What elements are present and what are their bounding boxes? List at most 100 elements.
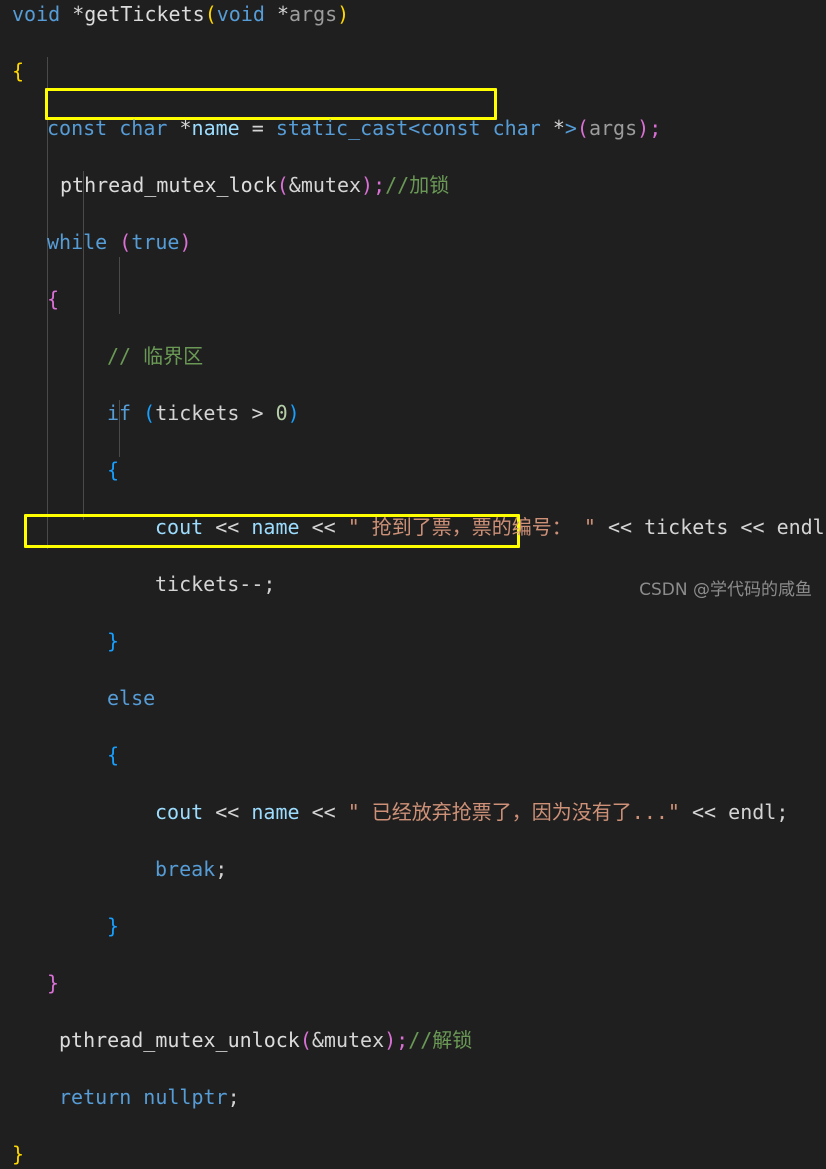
token-operator-shift6: << (311, 800, 336, 824)
token-star4: * (552, 116, 565, 140)
token-operator-gt: > (251, 401, 264, 425)
code-line-4-lock[interactable]: pthread_mutex_lock(&mutex);//加锁 (0, 171, 826, 200)
token-param-args: args (289, 2, 338, 26)
token-string-gave-up: " 已经放弃抢票了，因为没有了..." (347, 800, 680, 824)
token-star2: * (276, 2, 289, 26)
token-operator-shift1: << (215, 515, 240, 539)
token-star3: * (179, 116, 192, 140)
token-space21 (203, 800, 215, 824)
token-keyword-void-param: void (216, 2, 265, 26)
token-keyword-static-cast: static_cast (275, 116, 409, 140)
token-operator-shift4: << (740, 515, 765, 539)
token-paren-open-if: ( (143, 401, 156, 425)
code-line-9[interactable]: { (0, 456, 826, 485)
token-brace-open-else: { (107, 743, 120, 767)
token-paren-close: ) (337, 2, 350, 26)
code-line-18[interactable]: } (0, 969, 826, 998)
code-line-12[interactable]: } (0, 627, 826, 656)
token-operator-shift5: << (215, 800, 240, 824)
token-semicolon7: ; (396, 1028, 409, 1052)
token-keyword-if: if (107, 401, 132, 425)
token-star: * (72, 2, 85, 26)
token-keyword-return: return (59, 1085, 132, 1109)
token-keyword-nullptr: nullptr (143, 1085, 228, 1109)
token-brace-close-if: } (107, 629, 120, 653)
token-function-name: getTickets (84, 2, 205, 26)
token-call-pthread-mutex-lock: pthread_mutex_lock (60, 173, 277, 197)
token-brace-close-else: } (107, 914, 120, 938)
token-brace-open-if: { (107, 458, 120, 482)
token-arg-mutex: &mutex (288, 173, 362, 197)
token-param-args2: args (588, 116, 638, 140)
token-space13 (203, 515, 215, 539)
token-endl2: endl (728, 800, 777, 824)
token-space25 (680, 800, 692, 824)
token-operator-shift2: << (311, 515, 336, 539)
token-var-name2: name (251, 515, 300, 539)
token-var-tickets: tickets (155, 401, 240, 425)
token-arg-mutex2: &mutex (311, 1028, 385, 1052)
token-string-got-ticket: " 抢到了票，票的编号： " (347, 515, 596, 539)
code-line-10[interactable]: cout << name << " 抢到了票，票的编号： " << ticket… (0, 513, 826, 542)
token-var-name3: name (251, 800, 300, 824)
token-angle-close: > (564, 116, 577, 140)
token-keyword-while: while (47, 230, 108, 254)
token-keyword-break: break (155, 857, 216, 881)
token-brace-close-while: } (47, 971, 60, 995)
token-space7 (481, 116, 493, 140)
token-space4 (167, 116, 179, 140)
code-line-8[interactable]: if (tickets > 0) (0, 399, 826, 428)
token-keyword-else: else (107, 686, 156, 710)
code-line-13[interactable]: else (0, 684, 826, 713)
code-line-17[interactable]: } (0, 912, 826, 941)
token-space12 (264, 401, 276, 425)
token-semicolon8: ; (227, 1085, 240, 1109)
code-line-19-unlock[interactable]: pthread_mutex_unlock(&mutex);//解锁 (0, 1026, 826, 1055)
token-space3 (107, 116, 119, 140)
code-line-6[interactable]: { (0, 285, 826, 314)
code-line-15[interactable]: cout << name << " 已经放弃抢票了，因为没有了..." << e… (0, 798, 826, 827)
code-line-1[interactable]: void *getTickets(void *args) (0, 0, 826, 29)
code-line-14[interactable]: { (0, 741, 826, 770)
token-space2 (265, 2, 277, 26)
code-editor[interactable]: void *getTickets(void *args) { const cha… (0, 0, 826, 1166)
token-paren-open-cast: ( (576, 116, 589, 140)
token-endl: endl (776, 515, 825, 539)
token-paren-open-lock: ( (276, 173, 289, 197)
token-space24 (336, 800, 348, 824)
token-paren-open: ( (204, 2, 217, 26)
token-var-name: name (191, 116, 240, 140)
token-keyword-true: true (131, 230, 180, 254)
token-space17 (596, 515, 608, 539)
token-semicolon5: ; (776, 800, 789, 824)
code-line-21[interactable]: } (0, 1140, 826, 1169)
code-line-20[interactable]: return nullptr; (0, 1083, 826, 1112)
token-keyword-char2: char (492, 116, 541, 140)
token-space20 (765, 515, 777, 539)
token-keyword-const: const (47, 116, 108, 140)
token-space16 (336, 515, 348, 539)
code-line-16[interactable]: break; (0, 855, 826, 884)
code-line-2[interactable]: { (0, 57, 826, 86)
token-space14 (239, 515, 251, 539)
token-comment-unlock: //解锁 (408, 1028, 473, 1052)
token-keyword-char: char (119, 116, 168, 140)
token-comment-critical-section: // 临界区 (107, 344, 204, 368)
token-paren-open-while: ( (119, 230, 132, 254)
code-line-7[interactable]: // 临界区 (0, 342, 826, 371)
code-line-5[interactable]: while (true) (0, 228, 826, 257)
token-semicolon6: ; (215, 857, 228, 881)
token-comment-lock: //加锁 (385, 173, 450, 197)
token-assign: = (251, 116, 264, 140)
token-space19 (728, 515, 740, 539)
token-space18 (632, 515, 644, 539)
token-angle-open: < (408, 116, 421, 140)
token-paren-close-if: ) (287, 401, 300, 425)
code-line-3[interactable]: const char *name = static_cast<const cha… (0, 114, 826, 143)
token-number-zero: 0 (275, 401, 288, 425)
token-space8 (541, 116, 553, 140)
token-space10 (131, 401, 143, 425)
token-stream-cout2: cout (155, 800, 204, 824)
token-operator-shift7: << (692, 800, 717, 824)
